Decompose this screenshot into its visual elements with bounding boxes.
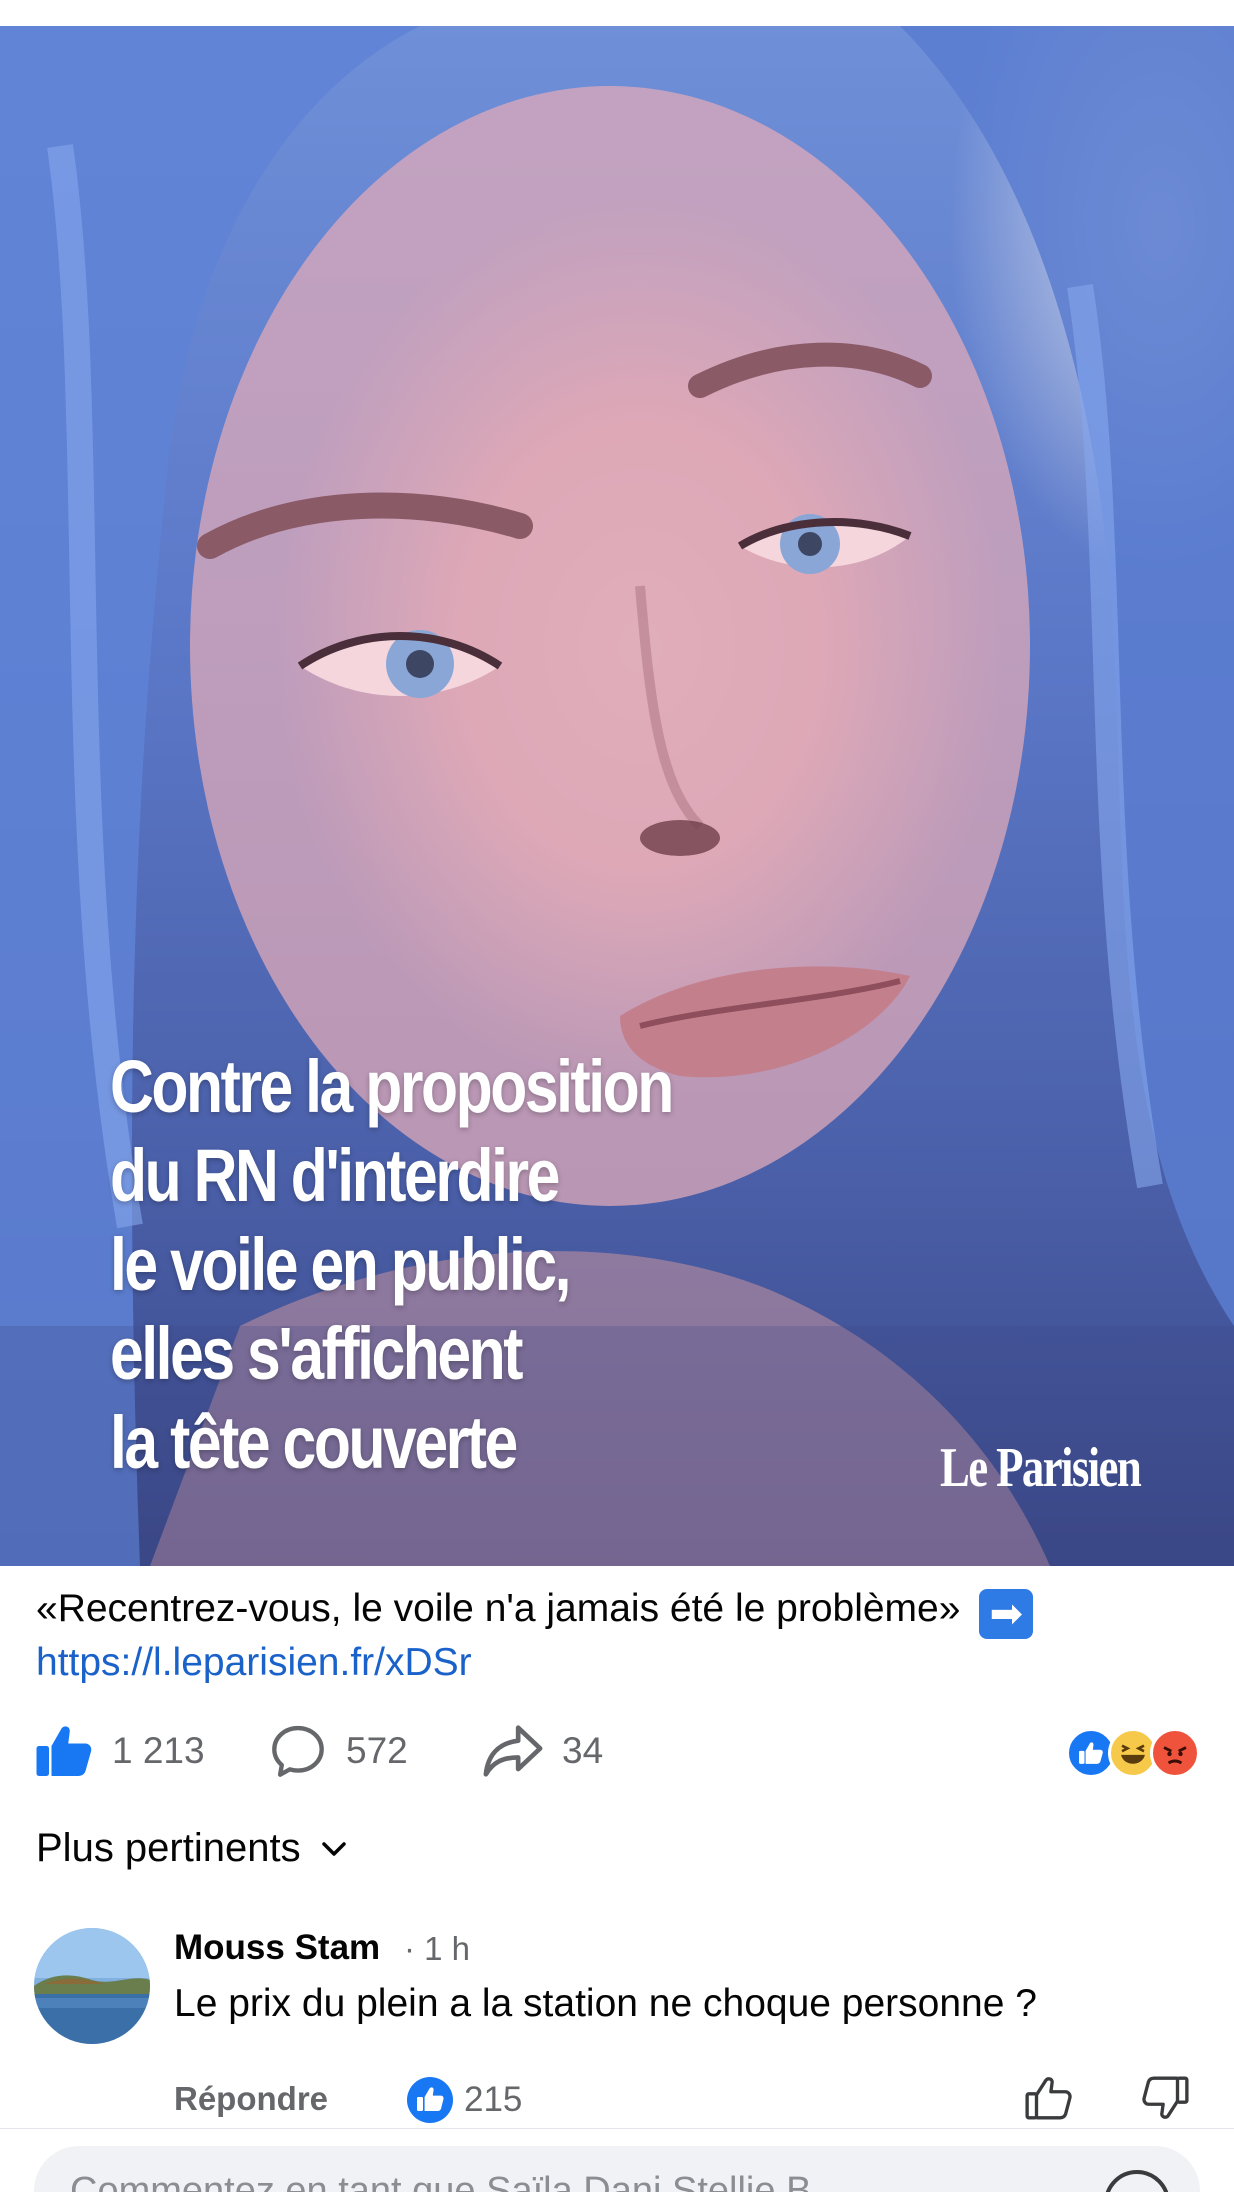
avatar[interactable] <box>34 1928 150 2044</box>
avatar-landscape-image <box>34 1928 150 2044</box>
video-overlay-text: Contre la proposition du RN d'interdire … <box>110 1042 830 1487</box>
comment-sort-dropdown[interactable]: Plus pertinents <box>36 1826 349 1871</box>
like-action[interactable]: 1 213 <box>34 1716 205 1786</box>
upvote-button[interactable] <box>1024 2074 1074 2127</box>
overlay-line: le voile en public, <box>110 1223 572 1306</box>
like-reaction-icon <box>407 2077 453 2123</box>
comment-action[interactable]: 572 <box>268 1716 408 1786</box>
comment-input[interactable]: Commentez en tant que Saïla Dani Stellie… <box>34 2146 1200 2192</box>
post-actions-bar: 1 213 572 34 <box>0 1716 1234 1786</box>
thumbs-up-outline-icon <box>1025 2077 1072 2120</box>
overlay-line: elles s'affichent <box>110 1312 523 1395</box>
comment-like-count: 215 <box>464 2080 523 2119</box>
post-link[interactable]: https://l.leparisien.fr/xDSr <box>36 1638 472 1688</box>
overlay-line: la tête couverte <box>110 1401 518 1484</box>
comment-count: 572 <box>346 1730 408 1771</box>
right-arrow-emoji-icon: ➡ <box>979 1589 1034 1639</box>
comment-author[interactable]: Mouss Stam <box>174 1928 380 1968</box>
caption-text: «Recentrez-vous, le voile n'a jamais été… <box>36 1587 961 1630</box>
thumbs-down-outline-icon <box>1142 2076 1189 2119</box>
post-caption: «Recentrez-vous, le voile n'a jamais été… <box>36 1584 1216 1639</box>
reply-button[interactable]: Répondre <box>174 2080 328 2118</box>
thumbs-up-icon <box>36 1726 92 1776</box>
le-parisien-logo: Le Parisien <box>940 1437 1142 1499</box>
like-count: 1 213 <box>112 1730 205 1771</box>
comment-like-summary[interactable]: 215 <box>406 2076 522 2124</box>
post-video[interactable]: Contre la proposition du RN d'interdire … <box>0 26 1234 1566</box>
share-arrow-icon <box>483 1725 543 1777</box>
share-count: 34 <box>562 1730 604 1771</box>
chevron-down-icon <box>321 1841 346 1856</box>
sort-label: Plus pertinents <box>36 1826 301 1870</box>
comment-timestamp: · 1 h <box>404 1930 471 1967</box>
overlay-line: du RN d'interdire <box>110 1134 560 1217</box>
comment-bubble-icon <box>272 1725 324 1777</box>
overlay-line: Contre la proposition <box>110 1045 674 1128</box>
reaction-summary[interactable] <box>1066 1728 1200 1778</box>
angry-reaction-icon <box>1150 1728 1200 1778</box>
comment-text: Le prix du plein a la station ne choque … <box>174 1982 1037 2025</box>
status-strip <box>0 0 1234 26</box>
share-action[interactable]: 34 <box>482 1716 603 1786</box>
downvote-button[interactable] <box>1140 2074 1190 2127</box>
